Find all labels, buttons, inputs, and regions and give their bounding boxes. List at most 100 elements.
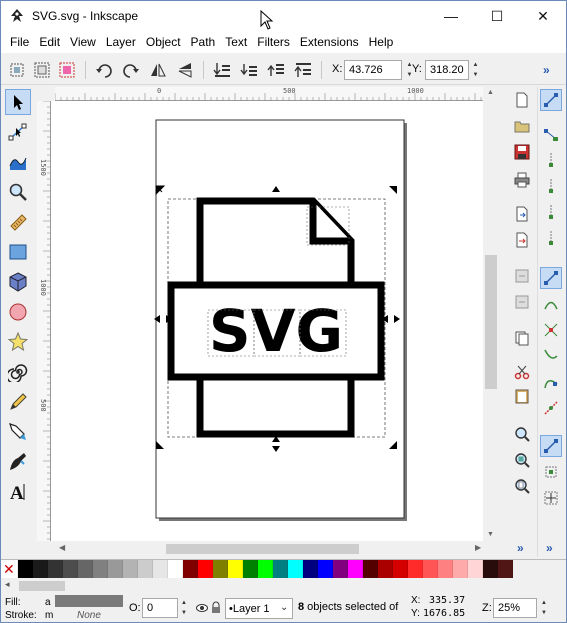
padlock-icon[interactable] (210, 601, 222, 614)
color-swatch[interactable] (333, 560, 348, 578)
copy-button[interactable] (511, 327, 533, 349)
color-swatch[interactable] (453, 560, 468, 578)
color-swatch[interactable] (318, 560, 333, 578)
color-swatch[interactable] (483, 560, 498, 578)
color-swatch[interactable] (123, 560, 138, 578)
vertical-scroll-thumb[interactable] (485, 255, 497, 389)
zoom-input[interactable] (493, 598, 537, 618)
color-swatch[interactable] (108, 560, 123, 578)
menu-path[interactable]: Path (186, 35, 221, 49)
color-swatch[interactable] (288, 560, 303, 578)
snap-paths-button[interactable] (540, 293, 562, 315)
snap-smooth-nodes-button[interactable] (540, 371, 562, 393)
print-button[interactable] (511, 169, 533, 191)
controls-overflow-button[interactable]: » (543, 63, 550, 77)
color-swatch[interactable] (408, 560, 423, 578)
eye-visibility-icon[interactable] (196, 602, 208, 614)
snap-bbox-button[interactable] (540, 123, 562, 145)
color-swatch[interactable] (498, 560, 513, 578)
menu-view[interactable]: View (65, 35, 101, 49)
menu-edit[interactable]: Edit (34, 35, 65, 49)
color-swatch[interactable] (273, 560, 288, 578)
menu-help[interactable]: Help (364, 35, 399, 49)
vertical-scrollbar[interactable]: ▲ ▼ (483, 87, 499, 543)
zoom-tool[interactable] (5, 179, 31, 205)
rotate-cw-button[interactable] (120, 59, 142, 81)
color-swatch[interactable] (138, 560, 153, 578)
snap-cusp-nodes-button[interactable] (540, 345, 562, 367)
palette-scroll-thumb[interactable] (19, 581, 65, 591)
menu-object[interactable]: Object (141, 35, 186, 49)
menu-text[interactable]: Text (220, 35, 252, 49)
opacity-input[interactable] (142, 598, 178, 618)
scroll-down-arrow-icon[interactable]: ▼ (487, 531, 494, 538)
save-button[interactable] (511, 141, 533, 163)
color-swatch[interactable] (78, 560, 93, 578)
menu-file[interactable]: File (5, 35, 34, 49)
color-swatch[interactable] (378, 560, 393, 578)
x-input[interactable] (344, 60, 402, 80)
select-all-layers-button[interactable] (31, 59, 53, 81)
stroke-none-indicator[interactable]: None (77, 610, 101, 621)
snap-toggle-button[interactable] (540, 89, 562, 111)
y-input[interactable] (425, 60, 469, 80)
snap-bbox-center-button[interactable] (540, 227, 562, 249)
color-swatch[interactable] (393, 560, 408, 578)
spiral-tool[interactable] (5, 359, 31, 385)
flip-vertical-button[interactable] (174, 59, 196, 81)
open-button[interactable] (511, 115, 533, 137)
select-all-button[interactable] (6, 59, 28, 81)
zoom-spin-arrows[interactable]: ▲ ▼ (539, 598, 549, 618)
color-swatch[interactable] (423, 560, 438, 578)
no-paint-swatch[interactable]: ✕ (1, 560, 18, 578)
color-swatch[interactable] (18, 560, 33, 578)
new-document-button[interactable] (511, 89, 533, 111)
measure-tool[interactable] (5, 209, 31, 235)
rotate-ccw-button[interactable] (93, 59, 115, 81)
flip-horizontal-button[interactable] (147, 59, 169, 81)
paste-button[interactable] (511, 385, 533, 407)
color-swatch[interactable] (258, 560, 273, 578)
selector-tool[interactable] (5, 89, 31, 115)
export-button[interactable] (511, 229, 533, 251)
invert-selection-button[interactable] (56, 59, 78, 81)
pencil-tool[interactable] (5, 389, 31, 415)
raise-to-top-button[interactable] (292, 59, 314, 81)
color-swatch[interactable] (33, 560, 48, 578)
pen-tool[interactable] (5, 419, 31, 445)
drawing-canvas[interactable]: SVG (51, 101, 483, 541)
snap-midpoints-button[interactable] (540, 397, 562, 419)
color-swatch[interactable] (48, 560, 63, 578)
color-swatch[interactable] (183, 560, 198, 578)
snap-centers-button[interactable] (540, 435, 562, 457)
snap-overflow-button[interactable]: » (546, 541, 553, 555)
cut-button[interactable] (511, 361, 533, 383)
zoom-selection-button[interactable] (511, 423, 533, 445)
snap-bbox-corner-button[interactable] (540, 175, 562, 197)
palette-scroll-left-icon[interactable]: ◂ (5, 579, 10, 590)
snap-bbox-edge-button[interactable] (540, 149, 562, 171)
fill-indicator[interactable] (55, 595, 123, 607)
rectangle-tool[interactable] (5, 239, 31, 265)
lower-button[interactable] (238, 59, 260, 81)
color-swatch[interactable] (243, 560, 258, 578)
import-button[interactable] (511, 203, 533, 225)
color-swatch[interactable] (213, 560, 228, 578)
tweak-tool[interactable] (5, 149, 31, 175)
menu-extensions[interactable]: Extensions (295, 35, 364, 49)
snap-intersections-button[interactable] (540, 319, 562, 341)
snap-nodes-button[interactable] (540, 267, 562, 289)
zoom-page-button[interactable] (511, 475, 533, 497)
snap-bbox-midpoint-button[interactable] (540, 201, 562, 223)
star-tool[interactable] (5, 329, 31, 355)
horizontal-scrollbar[interactable]: ◀ ▶ (51, 541, 499, 557)
maximize-button[interactable]: ☐ (474, 1, 520, 31)
color-swatch[interactable] (348, 560, 363, 578)
close-button[interactable]: ✕ (520, 1, 566, 31)
calligraphy-tool[interactable] (5, 449, 31, 475)
text-tool[interactable]: A (5, 479, 31, 505)
palette-scrollbar[interactable]: ◂ (1, 579, 566, 593)
horizontal-scroll-thumb[interactable] (166, 544, 359, 554)
y-spin-arrows[interactable]: ▲ ▼ (470, 60, 481, 80)
color-swatch[interactable] (198, 560, 213, 578)
